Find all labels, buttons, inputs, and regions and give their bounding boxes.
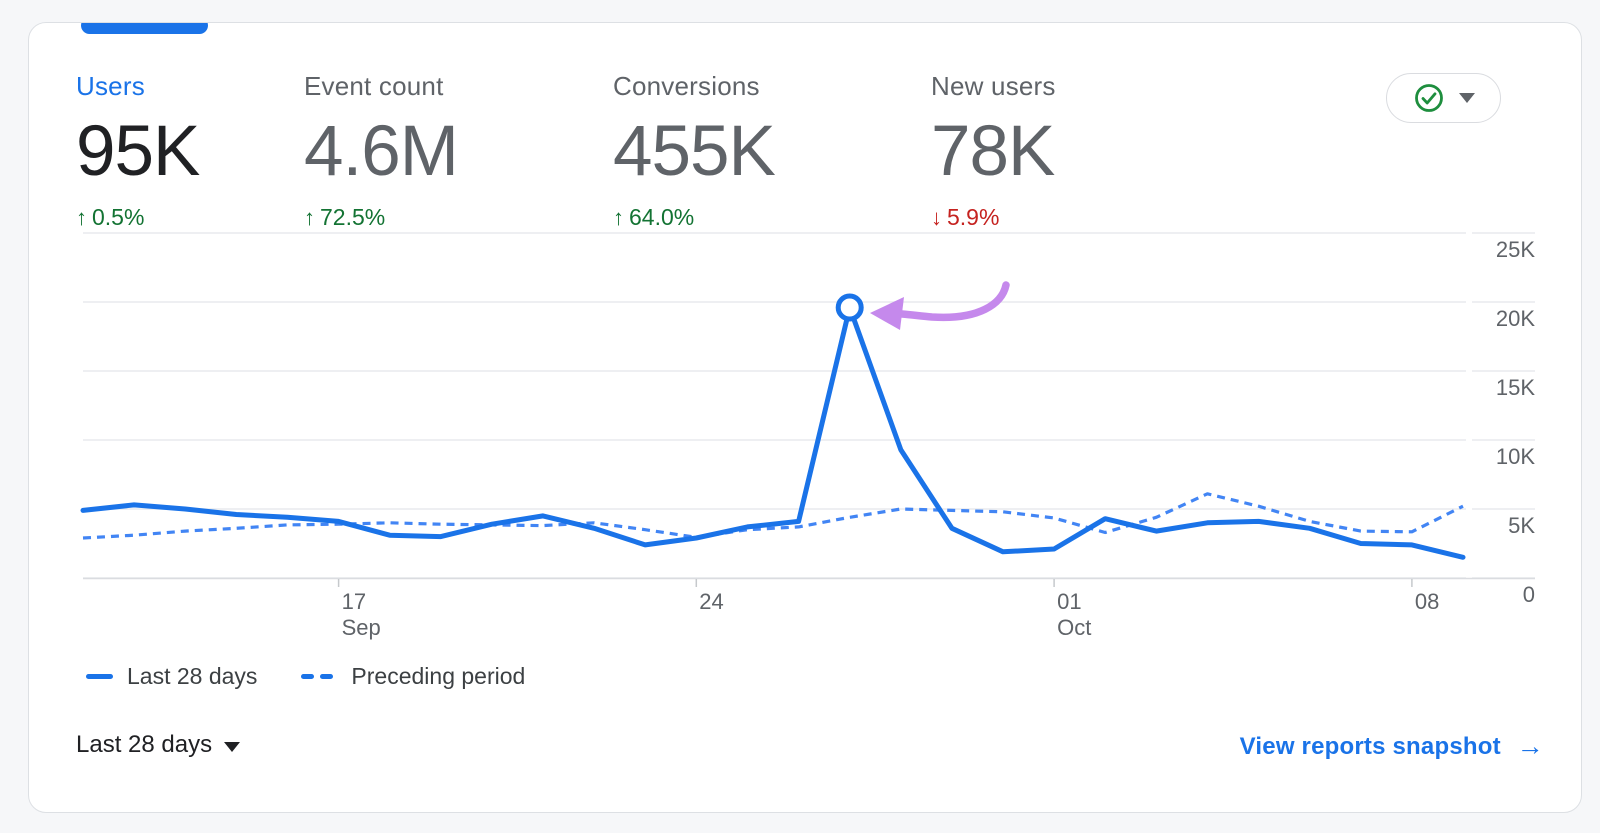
legend-label-preceding: Preceding period [351,663,526,689]
svg-text:10K: 10K [1496,444,1535,469]
legend-swatch-solid [86,674,113,679]
view-reports-link[interactable]: View reports snapshot → [1240,731,1544,762]
svg-text:01: 01 [1057,589,1081,614]
svg-text:0: 0 [1523,582,1535,607]
view-reports-label: View reports snapshot [1239,732,1501,760]
svg-text:24: 24 [699,589,723,614]
svg-text:08: 08 [1415,589,1439,614]
analytics-overview-card: Users 95K ↑ 0.5% Event count 4.6M ↑ 72.5% … [28,22,1582,813]
legend: Last 28 days Preceding period [86,663,525,690]
legend-label-current: Last 28 days [127,663,258,689]
caret-down-icon [224,742,241,752]
annotation-arrow [870,281,1010,330]
svg-text:5K: 5K [1508,513,1535,538]
svg-text:15K: 15K [1496,375,1535,400]
arrow-right-icon: → [1516,731,1544,761]
svg-text:25K: 25K [1496,237,1535,262]
date-range-selector[interactable]: Last 28 days [76,731,241,759]
date-range-label: Last 28 days [76,731,213,758]
trend-chart[interactable]: 25K 20K 15K 10K 5K 0 17Sep 24 01Oct 08 [29,23,1582,813]
svg-text:Sep: Sep [342,615,381,640]
legend-swatch-dashed [301,674,339,679]
svg-text:20K: 20K [1496,306,1535,331]
svg-text:Oct: Oct [1057,615,1091,640]
svg-text:17: 17 [342,589,366,614]
